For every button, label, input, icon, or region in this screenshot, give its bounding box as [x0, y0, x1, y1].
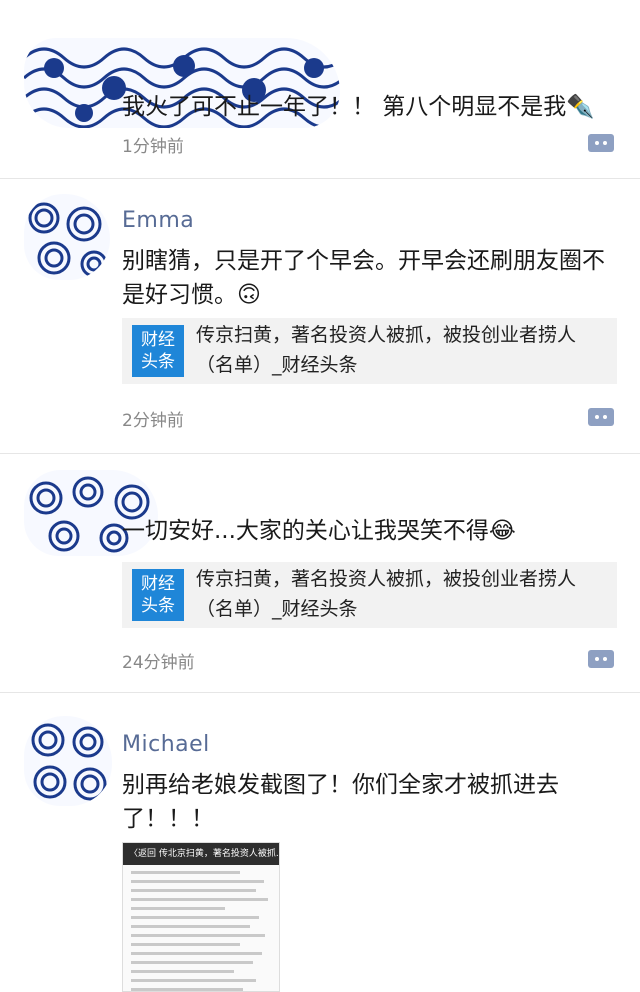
- screenshot-text-line: [131, 916, 259, 919]
- screenshot-text-line: [131, 934, 266, 937]
- avatar[interactable]: [24, 716, 112, 806]
- link-thumbnail: 财经 头条: [132, 325, 184, 377]
- divider: [0, 692, 640, 693]
- post-text: 一切安好...大家的关心让我哭笑不得😂: [122, 518, 516, 544]
- link-title: 传京扫黄，著名投资人被抓，被投创业者捞人（名单）_财经头条: [196, 324, 577, 376]
- post-time: 24分钟前: [122, 653, 195, 673]
- screenshot-text-line: [131, 952, 263, 955]
- screenshot-text-line: [131, 871, 241, 874]
- thumb-line: 头条: [141, 352, 175, 372]
- post-time: 1分钟前: [122, 137, 184, 157]
- avatar[interactable]: [24, 194, 110, 280]
- shared-link-card[interactable]: 财经 头条 传京扫黄，著名投资人被抓，被投创业者捞人（名单）_财经头条: [122, 562, 617, 628]
- link-thumbnail: 财经 头条: [132, 569, 184, 621]
- post-time: 2分钟前: [122, 411, 184, 431]
- screenshot-text-line: [131, 889, 256, 892]
- screenshot-text-line: [131, 907, 225, 910]
- shared-link-card[interactable]: 财经 头条 传京扫黄，著名投资人被抓，被投创业者捞人（名单）_财经头条: [122, 318, 617, 384]
- thumb-line: 头条: [141, 596, 175, 616]
- comment-menu-icon[interactable]: [588, 134, 614, 152]
- screenshot-text-line: [131, 898, 269, 901]
- divider: [0, 178, 640, 179]
- comment-menu-icon[interactable]: [588, 408, 614, 426]
- author-name[interactable]: Emma: [122, 208, 194, 233]
- post-text: 别再给老娘发截图了！你们全家才被抓进去了！！！: [122, 772, 559, 832]
- screenshot-image[interactable]: 〈返回 传北京扫黄，著名投资人被抓...: [122, 842, 280, 992]
- comment-menu-icon[interactable]: [588, 650, 614, 668]
- screenshot-text-line: [131, 961, 253, 964]
- wave-pattern-icon: [24, 194, 110, 280]
- author-name[interactable]: Michael: [122, 732, 210, 757]
- screenshot-text-line: [131, 970, 234, 973]
- thumb-line: 财经: [141, 574, 175, 594]
- screenshot-text-line: [131, 943, 241, 946]
- divider: [0, 453, 640, 454]
- post-text: 我火了可不止一年了！！ 第八个明显不是我✒️: [122, 94, 595, 120]
- wave-pattern-icon: [24, 716, 112, 806]
- post-text: 别瞎猜，只是开了个早会。开早会还刷朋友圈不是好习惯。🙃: [122, 248, 605, 308]
- screenshot-text-line: [131, 880, 264, 883]
- thumb-line: 财经: [141, 330, 175, 350]
- screenshot-text-line: [131, 979, 256, 982]
- screenshot-title-bar: 〈返回 传北京扫黄，著名投资人被抓...: [123, 843, 279, 865]
- link-title: 传京扫黄，著名投资人被抓，被投创业者捞人（名单）_财经头条: [196, 568, 577, 620]
- screenshot-text-line: [131, 925, 250, 928]
